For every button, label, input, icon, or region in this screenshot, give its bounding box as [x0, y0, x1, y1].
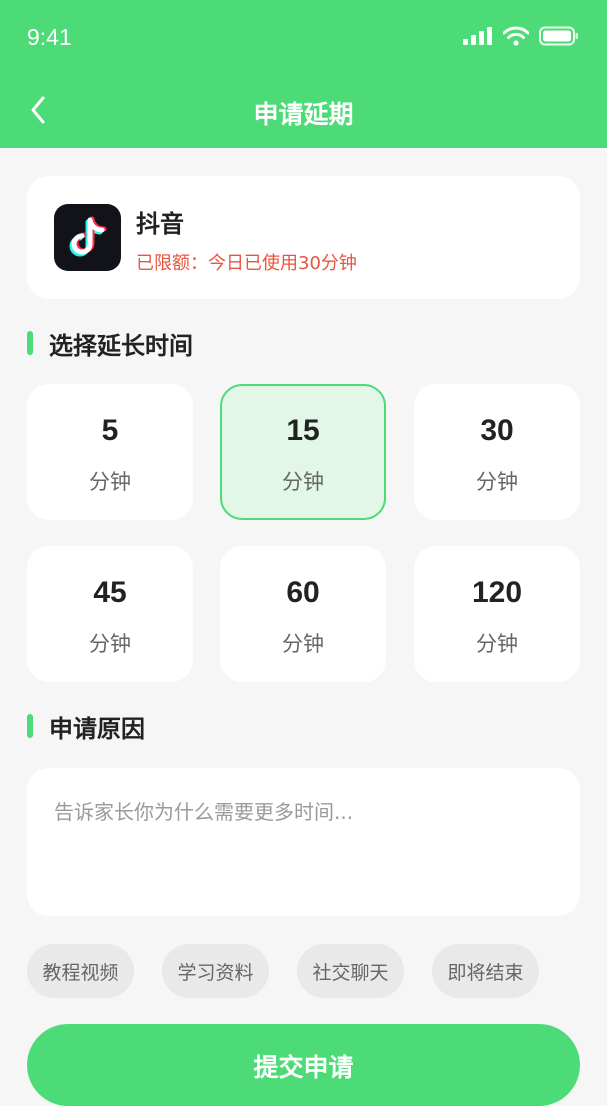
- reason-box: [27, 768, 580, 916]
- music-note-logo: [69, 216, 106, 256]
- duration-value: 60: [286, 576, 320, 609]
- quick-reason-chip[interactable]: 教程视频: [27, 944, 134, 998]
- duration-option-15[interactable]: 15 分钟: [220, 384, 386, 520]
- header: 9:41 申请延期: [0, 0, 607, 148]
- extend-section-title: 选择延长时间: [27, 328, 193, 360]
- quick-reason-chip[interactable]: 社交聊天: [297, 944, 404, 998]
- status-icons: [463, 25, 579, 47]
- duration-unit: 分钟: [89, 470, 131, 494]
- duration-value: 45: [93, 576, 127, 609]
- duration-unit: 分钟: [282, 632, 324, 656]
- duration-unit: 分钟: [476, 632, 518, 656]
- duration-option-120[interactable]: 120 分钟: [414, 546, 580, 682]
- status-bar: 9:41: [0, 0, 607, 76]
- quick-reason-chip[interactable]: 即将结束: [432, 944, 539, 998]
- section-accent-bar: [27, 331, 33, 355]
- section-accent-bar: [27, 714, 33, 738]
- duration-value: 15: [286, 414, 320, 447]
- extend-section-label: 选择延长时间: [49, 331, 193, 360]
- duration-unit: 分钟: [476, 470, 518, 494]
- duration-option-5[interactable]: 5 分钟: [27, 384, 193, 520]
- submit-button[interactable]: 提交申请: [27, 1024, 580, 1106]
- battery-icon: [539, 26, 578, 46]
- quick-reason-chip[interactable]: 学习资料: [162, 944, 269, 998]
- douyin-app-icon: [54, 204, 121, 271]
- nav-bar: 申请延期: [0, 76, 607, 148]
- duration-option-45[interactable]: 45 分钟: [27, 546, 193, 682]
- cellular-signal-icon: [463, 27, 492, 45]
- page-title: 申请延期: [253, 100, 354, 129]
- usage-status: 已限额：今日已使用30分钟: [136, 253, 357, 274]
- app-card: 抖音 已限额：今日已使用30分钟: [27, 176, 580, 299]
- app-name: 抖音: [136, 210, 184, 238]
- status-time: 9:41: [27, 24, 72, 50]
- duration-value: 30: [480, 414, 514, 447]
- duration-unit: 分钟: [282, 470, 324, 494]
- duration-unit: 分钟: [89, 632, 131, 656]
- reason-input[interactable]: [54, 796, 554, 896]
- duration-value: 5: [101, 414, 119, 447]
- wifi-icon: [503, 26, 529, 46]
- duration-option-30[interactable]: 30 分钟: [414, 384, 580, 520]
- duration-option-60[interactable]: 60 分钟: [220, 546, 386, 682]
- reason-section-title: 申请原因: [27, 711, 145, 743]
- reason-section-label: 申请原因: [49, 714, 145, 743]
- duration-value: 120: [471, 576, 523, 609]
